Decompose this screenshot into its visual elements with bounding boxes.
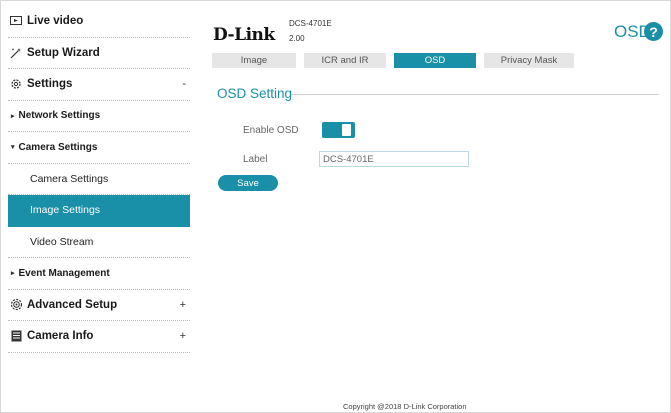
nav-setup-wizard-label: Setup Wizard bbox=[27, 46, 100, 59]
tab-image[interactable]: Image bbox=[212, 53, 296, 68]
save-button[interactable]: Save bbox=[218, 175, 278, 191]
collapse-arrow-icon: ▾ bbox=[11, 144, 15, 152]
enable-osd-label: Enable OSD bbox=[243, 125, 299, 136]
nav-camera-settings[interactable]: Camera Settings bbox=[8, 164, 190, 195]
nav-setup-wizard[interactable]: Setup Wizard bbox=[8, 38, 190, 69]
tab-osd[interactable]: OSD bbox=[394, 53, 476, 68]
nav-network-settings[interactable]: ▸ Network Settings bbox=[8, 101, 190, 132]
document-icon bbox=[9, 329, 23, 343]
collapse-sign[interactable]: - bbox=[182, 78, 186, 90]
nav-advanced-setup[interactable]: Advanced Setup + bbox=[8, 290, 190, 321]
nav-video-stream[interactable]: Video Stream bbox=[8, 227, 190, 258]
gear-icon bbox=[9, 77, 23, 91]
nav-event-management[interactable]: ▸ Event Management bbox=[8, 258, 190, 290]
osd-label-input[interactable] bbox=[319, 151, 469, 167]
nav-camera-settings-group-label: Camera Settings bbox=[18, 141, 98, 153]
help-icon[interactable]: ? bbox=[644, 22, 663, 41]
nav-advanced-setup-label: Advanced Setup bbox=[27, 298, 118, 311]
model-name: DCS-4701E bbox=[289, 19, 332, 28]
nav-live-video[interactable]: Live video bbox=[8, 6, 190, 38]
nav-network-settings-label: Network Settings bbox=[18, 110, 101, 122]
nav-camera-info-label: Camera Info bbox=[27, 330, 94, 343]
firmware-version: 2.00 bbox=[289, 34, 305, 43]
nav-event-management-label: Event Management bbox=[18, 267, 110, 279]
dlink-logo: D-Link bbox=[213, 25, 275, 45]
nav-camera-settings-label: Camera Settings bbox=[30, 172, 109, 185]
nav-settings[interactable]: Settings - bbox=[8, 69, 190, 101]
expand-arrow-icon: ▸ bbox=[11, 112, 15, 120]
nav-video-stream-label: Video Stream bbox=[30, 235, 94, 248]
osd-label-label: Label bbox=[243, 154, 268, 165]
tab-icr-and-ir[interactable]: ICR and IR bbox=[304, 53, 386, 68]
expand-sign[interactable]: + bbox=[180, 330, 186, 342]
copyright-footer: Copyright @2018 D-Link Corporation bbox=[343, 402, 467, 411]
nav-image-settings-label: Image Settings bbox=[30, 204, 101, 217]
advanced-gear-icon bbox=[9, 298, 23, 312]
expand-arrow-icon: ▸ bbox=[11, 270, 15, 278]
expand-sign[interactable]: + bbox=[180, 299, 186, 311]
nav-camera-info[interactable]: Camera Info + bbox=[8, 321, 190, 353]
video-icon bbox=[9, 14, 23, 28]
section-divider bbox=[291, 94, 659, 95]
toggle-knob bbox=[342, 124, 351, 136]
nav-settings-label: Settings bbox=[27, 78, 73, 91]
nav-image-settings[interactable]: Image Settings bbox=[8, 195, 190, 227]
enable-osd-toggle[interactable] bbox=[322, 122, 355, 138]
wand-icon bbox=[9, 46, 23, 60]
nav-live-video-label: Live video bbox=[27, 15, 84, 28]
tab-bar: Image ICR and IR OSD Privacy Mask bbox=[212, 53, 582, 68]
sidebar: Live video Setup Wizard Settings - ▸ Net… bbox=[8, 6, 190, 353]
tab-privacy-mask[interactable]: Privacy Mask bbox=[484, 53, 574, 68]
nav-camera-settings-group[interactable]: ▾ Camera Settings bbox=[8, 132, 190, 164]
section-title: OSD Setting bbox=[217, 86, 293, 101]
